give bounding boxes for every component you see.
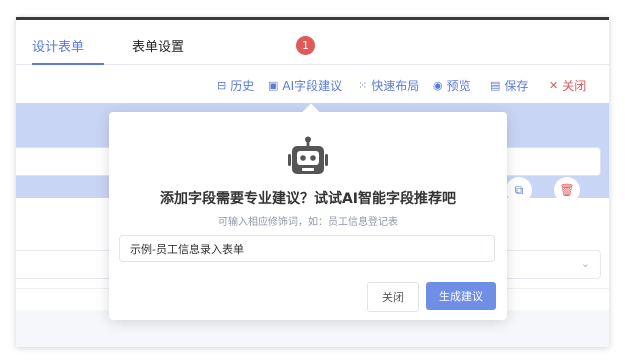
sparkle-icon: ⁙ <box>358 79 368 92</box>
robot-icon: ▣ <box>268 79 279 92</box>
preview-button[interactable]: ◉ 预览 <box>433 77 471 94</box>
close-button[interactable]: ✕ 关闭 <box>549 77 586 94</box>
toolbar: ⊟ 历史 ▣ AI字段建议 ⁙ 快速布局 ◉ 预览 ▤ 保存 ✕ 关闭 <box>16 65 609 103</box>
eye-icon: ◉ <box>433 79 443 92</box>
robot-icon <box>288 136 328 174</box>
quick-layout-button[interactable]: ⁙ 快速布局 <box>358 77 419 94</box>
chevron-down-icon: ⌄ <box>580 257 590 270</box>
copy-icon: ⧉ <box>514 182 524 197</box>
step-badge: 1 <box>296 36 315 55</box>
ai-prompt-input[interactable]: 示例-员工信息录入表单 <box>119 235 495 262</box>
quick-layout-label: 快速布局 <box>371 79 420 93</box>
generate-suggestion-button[interactable]: 生成建议 <box>426 282 496 310</box>
popover-subtitle: 可输入相应修饰词，如：员工信息登记表 <box>218 217 398 228</box>
history-button[interactable]: ⊟ 历史 <box>217 77 254 94</box>
ai-suggest-popover: 添加字段需要专业建议？试试AI智能字段推荐吧 可输入相应修饰词，如：员工信息登记… <box>109 103 507 320</box>
save-icon: ▤ <box>490 79 501 92</box>
close-icon: ✕ <box>549 79 559 92</box>
ai-field-suggest-label: AI字段建议 <box>282 79 343 93</box>
popover-title: 添加字段需要专业建议？试试AI智能字段推荐吧 <box>159 191 457 207</box>
save-button[interactable]: ▤ 保存 <box>490 77 528 94</box>
ai-field-suggest-button[interactable]: ▣ AI字段建议 <box>268 77 342 94</box>
tab-form-settings[interactable]: 表单设置 <box>132 36 184 55</box>
trash-icon: 🗑 <box>559 183 575 197</box>
popover-close-button[interactable]: 关闭 <box>367 282 419 312</box>
history-label: 历史 <box>230 79 255 93</box>
history-icon: ⊟ <box>217 79 227 92</box>
close-label: 关闭 <box>562 79 587 93</box>
save-label: 保存 <box>504 79 529 93</box>
preview-label: 预览 <box>446 79 471 93</box>
tab-design-form[interactable]: 设计表单 <box>32 36 84 55</box>
